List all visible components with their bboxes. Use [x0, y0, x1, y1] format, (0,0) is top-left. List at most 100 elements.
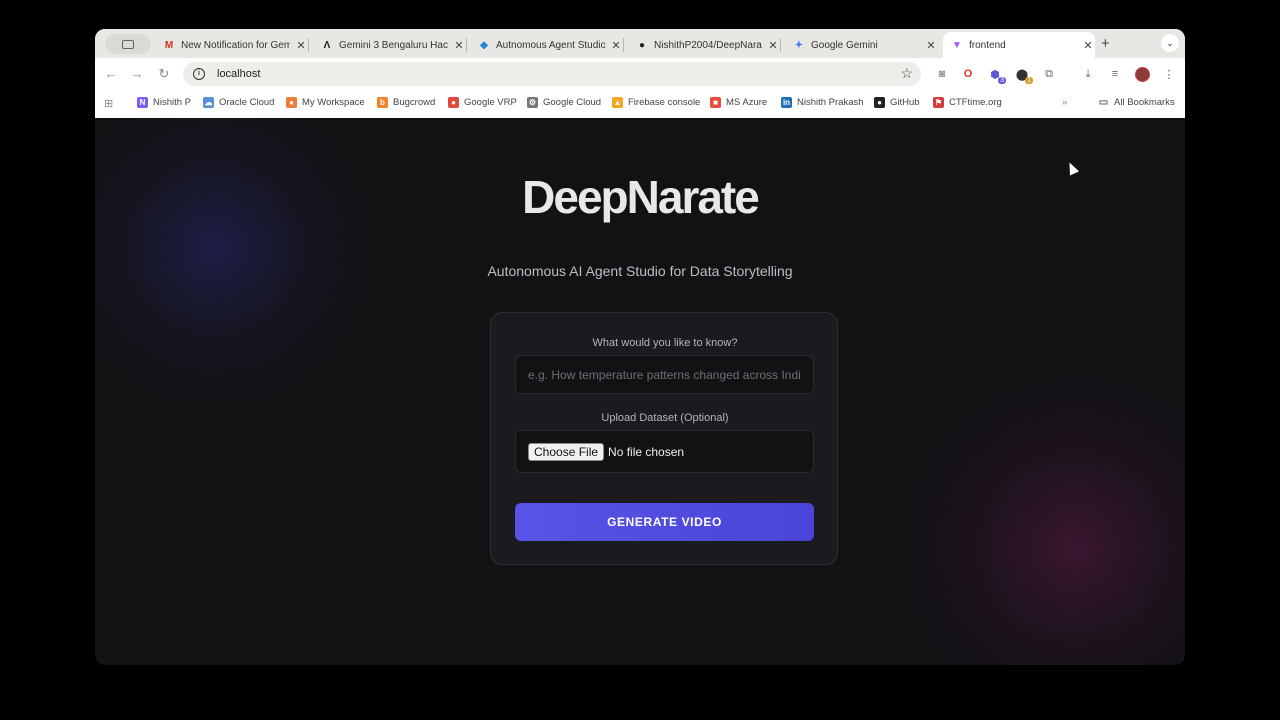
site-info-icon[interactable]: i [193, 68, 205, 80]
tab-separator [308, 38, 309, 52]
bookmark-item[interactable]: ☁ Oracle Cloud [203, 97, 274, 108]
vite-icon: ▼ [952, 39, 962, 51]
tab-title: Autnomous Agent Studio [496, 39, 605, 51]
generate-video-button[interactable]: GENERATE VIDEO [515, 503, 814, 541]
media-controls-icon[interactable]: ≡ [1108, 67, 1122, 81]
bookmark-label: Oracle Cloud [219, 97, 275, 108]
browser-tab[interactable]: Λ Gemini 3 Bengaluru Hack ✕ [313, 32, 467, 58]
query-form-card: What would you like to know? Upload Data… [490, 312, 838, 565]
app-tagline: Autonomous AI Agent Studio for Data Stor… [487, 263, 793, 279]
tab-separator [623, 38, 624, 52]
bookmarks-bar: ⊞ N Nishith P ☁ Oracle Cloud ● My Workspace b B… [95, 91, 1185, 118]
browser-tab[interactable]: ▼ frontend ✕ [943, 32, 1095, 58]
address-url: localhost [217, 68, 261, 80]
bookmark-label: GitHub [890, 97, 920, 108]
page-content: DeepNarate Autonomous AI Agent Studio fo… [95, 118, 1185, 665]
question-label: What would you like to know? [592, 337, 738, 349]
bookmark-favicon-icon: ☁ [203, 97, 214, 108]
close-tab-icon[interactable]: ✕ [609, 39, 623, 52]
bookmark-item[interactable]: ⚑ CTFtime.org [933, 97, 1002, 108]
bookmark-label: My Workspace [302, 97, 365, 108]
bookmark-favicon-icon: ● [286, 97, 297, 108]
close-tab-icon[interactable]: ✕ [1081, 39, 1095, 52]
close-tab-icon[interactable]: ✕ [766, 39, 780, 52]
tab-title: NishithP2004/DeepNara [654, 39, 762, 51]
bookmark-item[interactable]: ■ MS Azure [710, 97, 767, 108]
browser-toolbar: ← → ↻ i localhost ☆ ◙ O ⬢ 3 ⬤ 1 ⧉ ⤓ ≡ ⋮ [95, 58, 1185, 91]
bookmark-item[interactable]: ▲ Firebase console [612, 97, 700, 108]
bookmark-favicon-icon: ⚙ [527, 97, 538, 108]
github-icon: ● [638, 39, 646, 51]
gmail-icon: M [164, 39, 174, 51]
tab-title: Gemini 3 Bengaluru Hack [339, 39, 448, 51]
browser-tab[interactable]: M New Notification for Gem ✕ [155, 32, 309, 58]
dataset-upload-field: Choose File No file chosen [515, 430, 814, 473]
background-glow [895, 378, 1185, 665]
bookmark-label: Nishith Prakash [797, 97, 864, 108]
bookmark-item[interactable]: N Nishith P [137, 97, 191, 108]
browser-window: M New Notification for Gem ✕ Λ Gemini 3 Beng… [95, 29, 1185, 665]
download-icon[interactable]: ⤓ [1081, 67, 1095, 81]
tab-search-icon [122, 39, 134, 49]
bookmark-label: Google Cloud [543, 97, 602, 108]
close-tab-icon[interactable]: ✕ [294, 39, 308, 52]
tab-separator [466, 38, 467, 52]
browser-tab[interactable]: ● NishithP2004/DeepNara ✕ [628, 32, 781, 58]
tab-search-button[interactable] [105, 34, 151, 54]
back-button[interactable]: ← [103, 66, 119, 81]
bookmark-label: Firebase console [628, 97, 701, 108]
question-input[interactable] [515, 355, 814, 394]
address-bar[interactable]: i localhost ☆ [183, 62, 921, 86]
upload-label: Upload Dataset (Optional) [601, 412, 729, 424]
gemini-icon: ✦ [794, 39, 804, 51]
bookmark-label: Nishith P [153, 97, 192, 108]
extension-icon[interactable]: ⬢ 3 [988, 67, 1006, 84]
bookmark-star-icon[interactable]: ☆ [900, 65, 913, 82]
new-tab-button[interactable]: + [1101, 35, 1110, 52]
all-bookmarks-button[interactable]: ▭ All Bookmarks [1098, 97, 1175, 108]
opera-extension-icon[interactable]: O [961, 67, 975, 81]
browser-chrome: M New Notification for Gem ✕ Λ Gemini 3 Beng… [95, 29, 1185, 118]
bookmark-favicon-icon: in [781, 97, 792, 108]
bookmark-item[interactable]: in Nishith Prakash [781, 97, 864, 108]
bookmark-label: CTFtime.org [949, 97, 1002, 108]
reload-button[interactable]: ↻ [156, 66, 172, 82]
devpost-icon: Λ [323, 39, 331, 51]
all-bookmarks-label: All Bookmarks [1114, 97, 1175, 108]
file-status-text: No file chosen [608, 444, 685, 459]
bookmark-favicon-icon: ■ [710, 97, 721, 108]
camera-icon[interactable]: ◙ [935, 67, 949, 81]
tab-list-menu-button[interactable]: ⌄ [1161, 34, 1179, 52]
tab-title: frontend [969, 39, 1006, 51]
menu-kebab-icon[interactable]: ⋮ [1162, 67, 1176, 81]
bookmark-favicon-icon: N [137, 97, 148, 108]
bookmark-favicon-icon: ● [874, 97, 885, 108]
chevron-down-icon: ⌄ [1166, 37, 1174, 48]
tab-separator [780, 38, 781, 52]
extension-icon[interactable]: ⬤ 1 [1015, 67, 1033, 84]
tab-title: New Notification for Gem [181, 39, 290, 51]
bookmark-label: Bugcrowd [393, 97, 436, 108]
bookmark-label: Google VRP [464, 97, 517, 108]
profile-avatar[interactable] [1135, 67, 1150, 82]
apps-grid-icon[interactable]: ⊞ [104, 97, 113, 110]
browser-tab[interactable]: ◆ Autnomous Agent Studio ✕ [470, 32, 624, 58]
bookmark-item[interactable]: ⚙ Google Cloud [527, 97, 601, 108]
bookmark-item[interactable]: ● GitHub [874, 97, 920, 108]
bookmark-item[interactable]: ● My Workspace [286, 97, 365, 108]
bookmark-item[interactable]: b Bugcrowd [377, 97, 435, 108]
puzzle-icon[interactable]: ⧉ [1042, 67, 1056, 81]
folder-icon: ▭ [1098, 97, 1109, 108]
bookmark-favicon-icon: ▲ [612, 97, 623, 108]
browser-tab[interactable]: ✦ Google Gemini ✕ [785, 32, 938, 58]
forward-button[interactable]: → [129, 66, 145, 81]
close-tab-icon[interactable]: ✕ [452, 39, 466, 52]
choose-file-button[interactable]: Choose File [528, 442, 605, 461]
bookmark-item[interactable]: ● Google VRP [448, 97, 517, 108]
tab-title: Google Gemini [811, 39, 878, 51]
close-tab-icon[interactable]: ✕ [924, 39, 938, 52]
vscode-icon: ◆ [480, 39, 488, 51]
bookmark-favicon-icon: b [377, 97, 388, 108]
bookmark-favicon-icon: ● [448, 97, 459, 108]
more-bookmarks-icon[interactable]: » [1062, 97, 1067, 108]
